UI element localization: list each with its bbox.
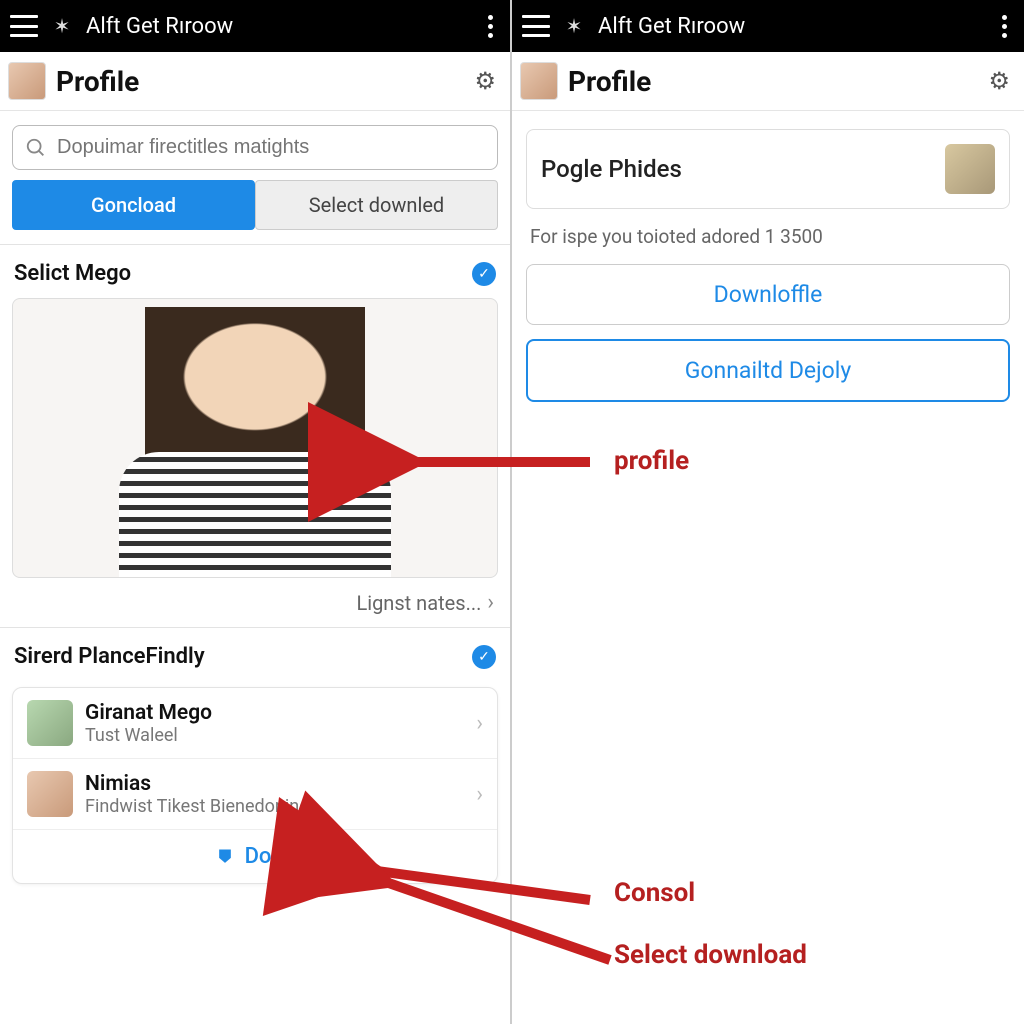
profile-header: Profile ⚙ <box>0 52 510 111</box>
list-item-sub: Findwist Tikest Bienedoning <box>85 796 464 817</box>
tab-select-downled[interactable]: Select downled <box>255 180 498 230</box>
list-item-sub: Tust Waleel <box>85 725 464 746</box>
check-badge-icon[interactable]: ✓ <box>472 645 496 669</box>
search-input[interactable] <box>57 136 485 159</box>
list-item[interactable]: Nimias Findwist Tikest Bienedoning › <box>13 759 497 830</box>
lignst-nates-link[interactable]: Lignst nates... › <box>0 578 510 627</box>
list-item-title: Nimias <box>85 772 464 796</box>
profile-header: Profile ⚙ <box>512 52 1024 111</box>
subaction-label: Lignst nates... <box>356 591 481 615</box>
gonnailtd-dejoly-button[interactable]: Gonnailtd Dejoly <box>526 339 1010 402</box>
name-label: Pogle Phides <box>541 155 935 183</box>
app-logo-icon: ✶ <box>50 14 74 38</box>
hamburger-icon[interactable] <box>522 15 550 37</box>
gear-icon[interactable]: ⚙ <box>988 67 1010 95</box>
hamburger-icon[interactable] <box>10 15 38 37</box>
section-title: Selict Mego <box>14 261 131 286</box>
name-card[interactable]: Pogle Phides <box>526 129 1010 209</box>
avatar[interactable] <box>520 62 558 100</box>
photo-card[interactable] <box>12 298 498 578</box>
list-item-title: Giranat Mego <box>85 701 464 725</box>
app-title: Alft Get Rıroow <box>598 14 982 39</box>
chevron-right-icon: › <box>476 711 483 736</box>
done-label: Done <box>245 844 296 869</box>
tab-row: Goncload Select downled <box>0 180 510 244</box>
bookmark-icon <box>215 846 235 868</box>
kebab-menu-icon[interactable] <box>480 11 500 42</box>
section-head-2: Sirerd PlanceFindly ✓ <box>0 628 510 681</box>
list-thumbnail <box>27 700 73 746</box>
kebab-menu-icon[interactable] <box>994 11 1014 42</box>
done-button[interactable]: Done <box>13 830 497 883</box>
page-title: Profile <box>568 65 978 98</box>
downloffle-button[interactable]: Downloffle <box>526 264 1010 325</box>
section-head-1: Selict Mego ✓ <box>0 245 510 298</box>
list-thumbnail <box>27 771 73 817</box>
avatar[interactable] <box>8 62 46 100</box>
list-card: Giranat Mego Tust Waleel › Nimias Findwi… <box>12 687 498 884</box>
topbar: ✶ Alft Get Rıroow <box>512 0 1024 52</box>
chevron-right-icon: › <box>487 590 494 615</box>
topbar: ✶ Alft Get Rıroow <box>0 0 510 52</box>
app-logo-icon: ✶ <box>562 14 586 38</box>
app-title: Alft Get Rıroow <box>86 14 468 39</box>
gear-icon[interactable]: ⚙ <box>474 67 496 95</box>
profile-photo <box>86 299 425 577</box>
search-box[interactable] <box>12 125 498 170</box>
description-text: For ispe you toioted adored 1 3500 <box>512 221 1024 264</box>
tab-goncload[interactable]: Goncload <box>12 180 255 230</box>
section-title: Sirerd PlanceFindly <box>14 644 205 669</box>
chevron-right-icon: › <box>476 782 483 807</box>
screen-right: ✶ Alft Get Rıroow Profile ⚙ Pogle Phides… <box>512 0 1024 1024</box>
search-icon <box>25 137 47 159</box>
screen-left: ✶ Alft Get Rıroow Profile ⚙ Goncload Sel… <box>0 0 512 1024</box>
avatar <box>945 144 995 194</box>
check-badge-icon[interactable]: ✓ <box>472 262 496 286</box>
page-title: Profile <box>56 65 464 98</box>
list-item[interactable]: Giranat Mego Tust Waleel › <box>13 688 497 759</box>
